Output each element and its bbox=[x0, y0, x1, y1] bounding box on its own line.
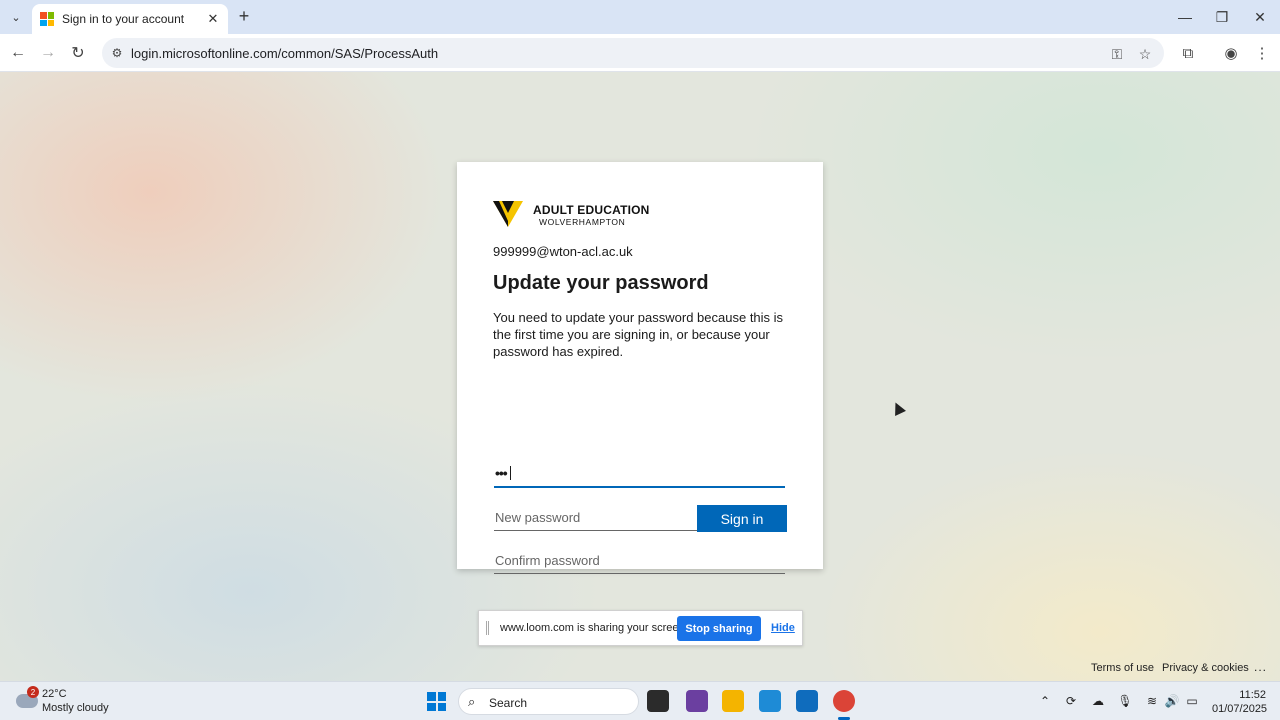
volume-icon[interactable]: 🔊 bbox=[1163, 692, 1181, 710]
browser-tab-bar: ⌄ Sign in to your account ✕ + — ❐ ✕ bbox=[0, 0, 1280, 34]
weather-badge: 2 bbox=[27, 686, 39, 698]
weather-temperature[interactable]: 22°C bbox=[42, 688, 67, 700]
terms-link[interactable]: Terms of use bbox=[1091, 662, 1154, 674]
address-bar[interactable]: ⚙ login.microsoftonline.com/common/SAS/P… bbox=[102, 38, 1164, 68]
privacy-link[interactable]: Privacy & cookies bbox=[1162, 662, 1249, 674]
taskbar: 2 22°C Mostly cloudy ⌕ Search ⌃ ⟳ ☁ 🎙 ≋ … bbox=[0, 681, 1280, 720]
chrome-browser-icon[interactable] bbox=[833, 690, 855, 712]
browser-toolbar: ← → ↻ ⚙ login.microsoftonline.com/common… bbox=[0, 34, 1280, 72]
wifi-icon[interactable]: ≋ bbox=[1143, 692, 1161, 710]
drag-handle-icon[interactable] bbox=[486, 621, 489, 635]
screen-share-bar: www.loom.com is sharing your screen. Sto… bbox=[478, 610, 803, 646]
close-window-icon[interactable]: ✕ bbox=[1241, 0, 1279, 34]
description-text: You need to update your password because… bbox=[493, 310, 784, 359]
clock-date: 01/07/2025 bbox=[1212, 703, 1268, 715]
task-view-icon[interactable] bbox=[647, 690, 669, 712]
taskbar-search[interactable]: ⌕ Search bbox=[458, 688, 639, 715]
site-info-icon[interactable]: ⚙ bbox=[110, 46, 124, 60]
clock-time: 11:52 bbox=[1239, 689, 1266, 701]
minimize-icon[interactable]: — bbox=[1166, 0, 1204, 34]
onedrive-icon[interactable]: ☁ bbox=[1089, 692, 1107, 710]
bookmark-star-icon[interactable]: ☆ bbox=[1135, 44, 1155, 64]
stop-sharing-button[interactable]: Stop sharing bbox=[677, 616, 761, 641]
more-options-icon[interactable]: ... bbox=[1254, 660, 1267, 674]
restore-icon[interactable]: ❐ bbox=[1203, 0, 1241, 34]
text-caret bbox=[510, 466, 511, 480]
logo-line1: ADULT EDUCATION bbox=[533, 203, 650, 217]
close-tab-icon[interactable]: ✕ bbox=[204, 10, 222, 28]
sign-in-button[interactable]: Sign in bbox=[697, 505, 787, 532]
sign-in-card: ADULT EDUCATION WOLVERHAMPTON 999999@wto… bbox=[457, 162, 823, 574]
mouse-cursor-icon bbox=[890, 400, 906, 416]
password-key-icon[interactable]: ⚿ bbox=[1107, 44, 1127, 64]
extensions-icon[interactable]: ⧉ bbox=[1177, 42, 1199, 64]
start-icon[interactable] bbox=[427, 692, 446, 711]
hide-link[interactable]: Hide bbox=[771, 622, 795, 634]
logo-mark-icon bbox=[493, 201, 523, 227]
current-password-field[interactable] bbox=[494, 460, 785, 488]
show-hidden-icons-icon[interactable]: ⌃ bbox=[1036, 692, 1054, 710]
current-password-value: ••• bbox=[495, 465, 508, 481]
weather-condition[interactable]: Mostly cloudy bbox=[42, 702, 109, 714]
share-message: www.loom.com is sharing your screen. bbox=[500, 622, 688, 634]
microphone-icon[interactable]: 🎙 bbox=[1116, 692, 1134, 710]
url-text[interactable]: login.microsoftonline.com/common/SAS/Pro… bbox=[131, 46, 438, 61]
outlook-app-icon[interactable] bbox=[796, 690, 818, 712]
search-icon: ⌕ bbox=[468, 694, 476, 709]
tab-title: Sign in to your account bbox=[62, 12, 185, 26]
search-label: Search bbox=[489, 696, 528, 710]
organization-logo: ADULT EDUCATION WOLVERHAMPTON bbox=[493, 199, 649, 229]
confirm-password-placeholder: Confirm password bbox=[495, 553, 600, 568]
new-tab-icon[interactable]: + bbox=[234, 6, 254, 26]
new-password-placeholder: New password bbox=[495, 510, 581, 525]
back-icon[interactable]: ← bbox=[6, 41, 30, 65]
page-background: ADULT EDUCATION WOLVERHAMPTON 999999@wto… bbox=[0, 72, 1280, 681]
edge-browser-icon[interactable] bbox=[759, 690, 781, 712]
reload-icon[interactable]: ↻ bbox=[66, 41, 90, 65]
microsoft-favicon-icon bbox=[40, 12, 54, 26]
logo-line2: WOLVERHAMPTON bbox=[539, 217, 626, 227]
profile-icon[interactable]: ◉ bbox=[1220, 42, 1242, 64]
account-identity: 999999@wton-acl.ac.uk bbox=[493, 244, 633, 259]
page-title: Update your password bbox=[493, 272, 709, 294]
menu-icon[interactable]: ⋮ bbox=[1251, 42, 1273, 64]
copilot-app-icon[interactable] bbox=[686, 690, 708, 712]
tab-sign-in[interactable]: Sign in to your account ✕ bbox=[32, 4, 228, 34]
battery-icon[interactable]: ▭ bbox=[1183, 692, 1201, 710]
tab-list-icon[interactable]: ⌄ bbox=[6, 7, 26, 27]
file-explorer-icon[interactable] bbox=[722, 690, 744, 712]
forward-icon[interactable]: → bbox=[36, 41, 60, 65]
clock[interactable]: 11:52 01/07/2025 bbox=[1212, 688, 1268, 716]
sync-icon[interactable]: ⟳ bbox=[1062, 692, 1080, 710]
